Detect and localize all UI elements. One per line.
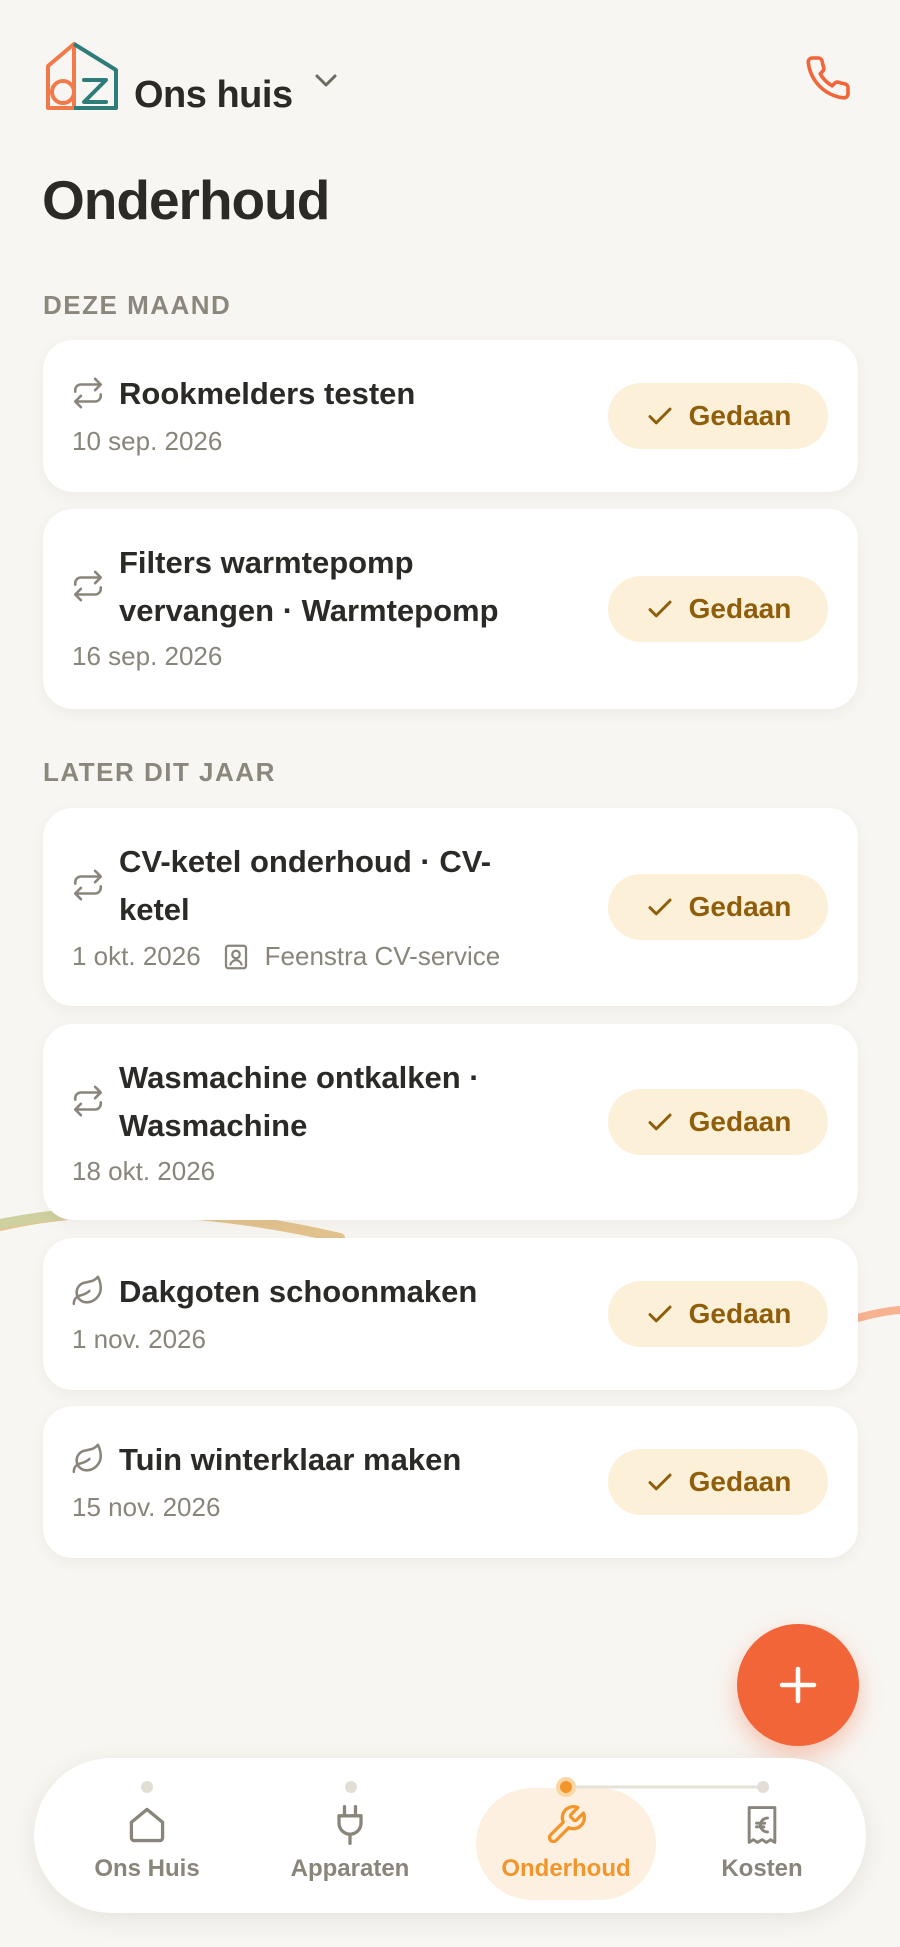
check-icon: [648, 1113, 672, 1131]
nav-item-kosten[interactable]: Kosten: [672, 1788, 852, 1898]
task-title: Dakgoten schoonmaken: [119, 1274, 478, 1309]
chevron-down-icon[interactable]: [312, 66, 340, 94]
nav-label: Apparaten: [290, 1855, 410, 1882]
task-title: Tuin winterklaar maken: [119, 1442, 462, 1477]
contact-card-icon: [224, 944, 247, 969]
phone-button[interactable]: [800, 50, 856, 106]
task-meta: 16 sep. 2026: [72, 641, 222, 672]
task-title: Rookmelders testen: [119, 376, 416, 411]
nav-label: Ons Huis: [94, 1855, 200, 1882]
done-button[interactable]: Gedaan: [608, 1089, 828, 1155]
plug-icon: [337, 1805, 363, 1845]
section-label-deze-maand: DEZE MAAND: [43, 290, 232, 320]
done-button[interactable]: Gedaan: [608, 1449, 828, 1515]
wrench-icon: [547, 1805, 586, 1844]
plus-icon: [779, 1666, 817, 1704]
check-icon: [648, 407, 672, 425]
nav-label: Kosten: [721, 1855, 803, 1882]
task-date: 18 okt. 2026: [72, 1156, 216, 1186]
done-button-label: Gedaan: [688, 400, 792, 431]
done-button-label: Gedaan: [688, 1106, 792, 1137]
done-button[interactable]: Gedaan: [608, 874, 828, 940]
repeat-icon: [73, 570, 103, 602]
done-button-label: Gedaan: [688, 593, 792, 624]
app-screen: Ons huis Onderhoud DEZE MAAND Rookmelder…: [0, 0, 900, 1947]
nav-item-apparaten[interactable]: Apparaten: [260, 1788, 440, 1898]
repeat-icon: [73, 377, 103, 409]
section-label-later-dit-jaar: LATER DIT JAAR: [43, 757, 276, 787]
nav-item-onderhoud[interactable]: Onderhoud: [476, 1788, 656, 1898]
check-icon: [648, 898, 672, 916]
task-meta: 1 okt. 2026 Feenstra CV-service: [72, 941, 500, 972]
leaf-icon: [72, 1275, 103, 1306]
task-meta: 1 nov. 2026: [72, 1324, 206, 1355]
check-icon: [648, 1305, 672, 1323]
task-title: CV-ketel onderhoud · CV-ketel: [119, 844, 492, 927]
task-meta: 18 okt. 2026: [72, 1156, 215, 1187]
task-date: 1 okt. 2026: [72, 941, 201, 971]
task-provider: Feenstra CV-service: [264, 941, 501, 971]
task-card[interactable]: CV-ketel onderhoud · CV-ketel 1 okt. 202…: [43, 808, 858, 1006]
done-button[interactable]: Gedaan: [608, 576, 828, 642]
done-button-label: Gedaan: [688, 1466, 792, 1497]
task-date: 15 nov. 2026: [72, 1492, 221, 1522]
house-name[interactable]: Ons huis: [134, 74, 293, 117]
phone-icon: [806, 56, 850, 100]
task-date: 10 sep. 2026: [72, 426, 223, 456]
done-button[interactable]: Gedaan: [608, 383, 828, 449]
receipt-euro-icon: [747, 1806, 777, 1844]
nav-label: Onderhoud: [501, 1855, 631, 1882]
nav-item-ons-huis[interactable]: Ons Huis: [57, 1788, 237, 1898]
check-icon: [648, 600, 672, 618]
task-card[interactable]: Wasmachine ontkalken · Wasmachine 18 okt…: [43, 1024, 858, 1220]
done-button[interactable]: Gedaan: [608, 1281, 828, 1347]
task-card[interactable]: Filters warmtepomp vervangen · Warmtepom…: [43, 509, 858, 709]
check-icon: [648, 1473, 672, 1491]
app-logo: [46, 42, 118, 110]
done-button-label: Gedaan: [688, 1298, 792, 1329]
bottom-nav: Ons Huis Apparaten Onderhoud Kosten: [34, 1758, 866, 1913]
header: Ons huis: [44, 36, 856, 116]
task-meta: 10 sep. 2026: [72, 426, 222, 457]
house-icon: [129, 1807, 165, 1843]
repeat-icon: [73, 869, 103, 901]
task-card[interactable]: Rookmelders testen 10 sep. 2026 Gedaan: [43, 340, 858, 492]
task-title: Filters warmtepomp vervangen · Warmtepom…: [119, 545, 499, 628]
done-button-label: Gedaan: [688, 891, 792, 922]
task-date: 1 nov. 2026: [72, 1324, 206, 1354]
task-date: 16 sep. 2026: [72, 641, 223, 671]
task-meta: 15 nov. 2026: [72, 1492, 220, 1523]
task-card[interactable]: Tuin winterklaar maken 15 nov. 2026 Geda…: [43, 1406, 858, 1558]
task-title: Wasmachine ontkalken · Wasmachine: [119, 1060, 480, 1143]
leaf-icon: [72, 1443, 103, 1474]
repeat-icon: [73, 1085, 103, 1117]
add-task-button[interactable]: [737, 1624, 859, 1746]
task-card[interactable]: Dakgoten schoonmaken 1 nov. 2026 Gedaan: [43, 1238, 858, 1390]
page-title: Onderhoud: [42, 169, 330, 231]
